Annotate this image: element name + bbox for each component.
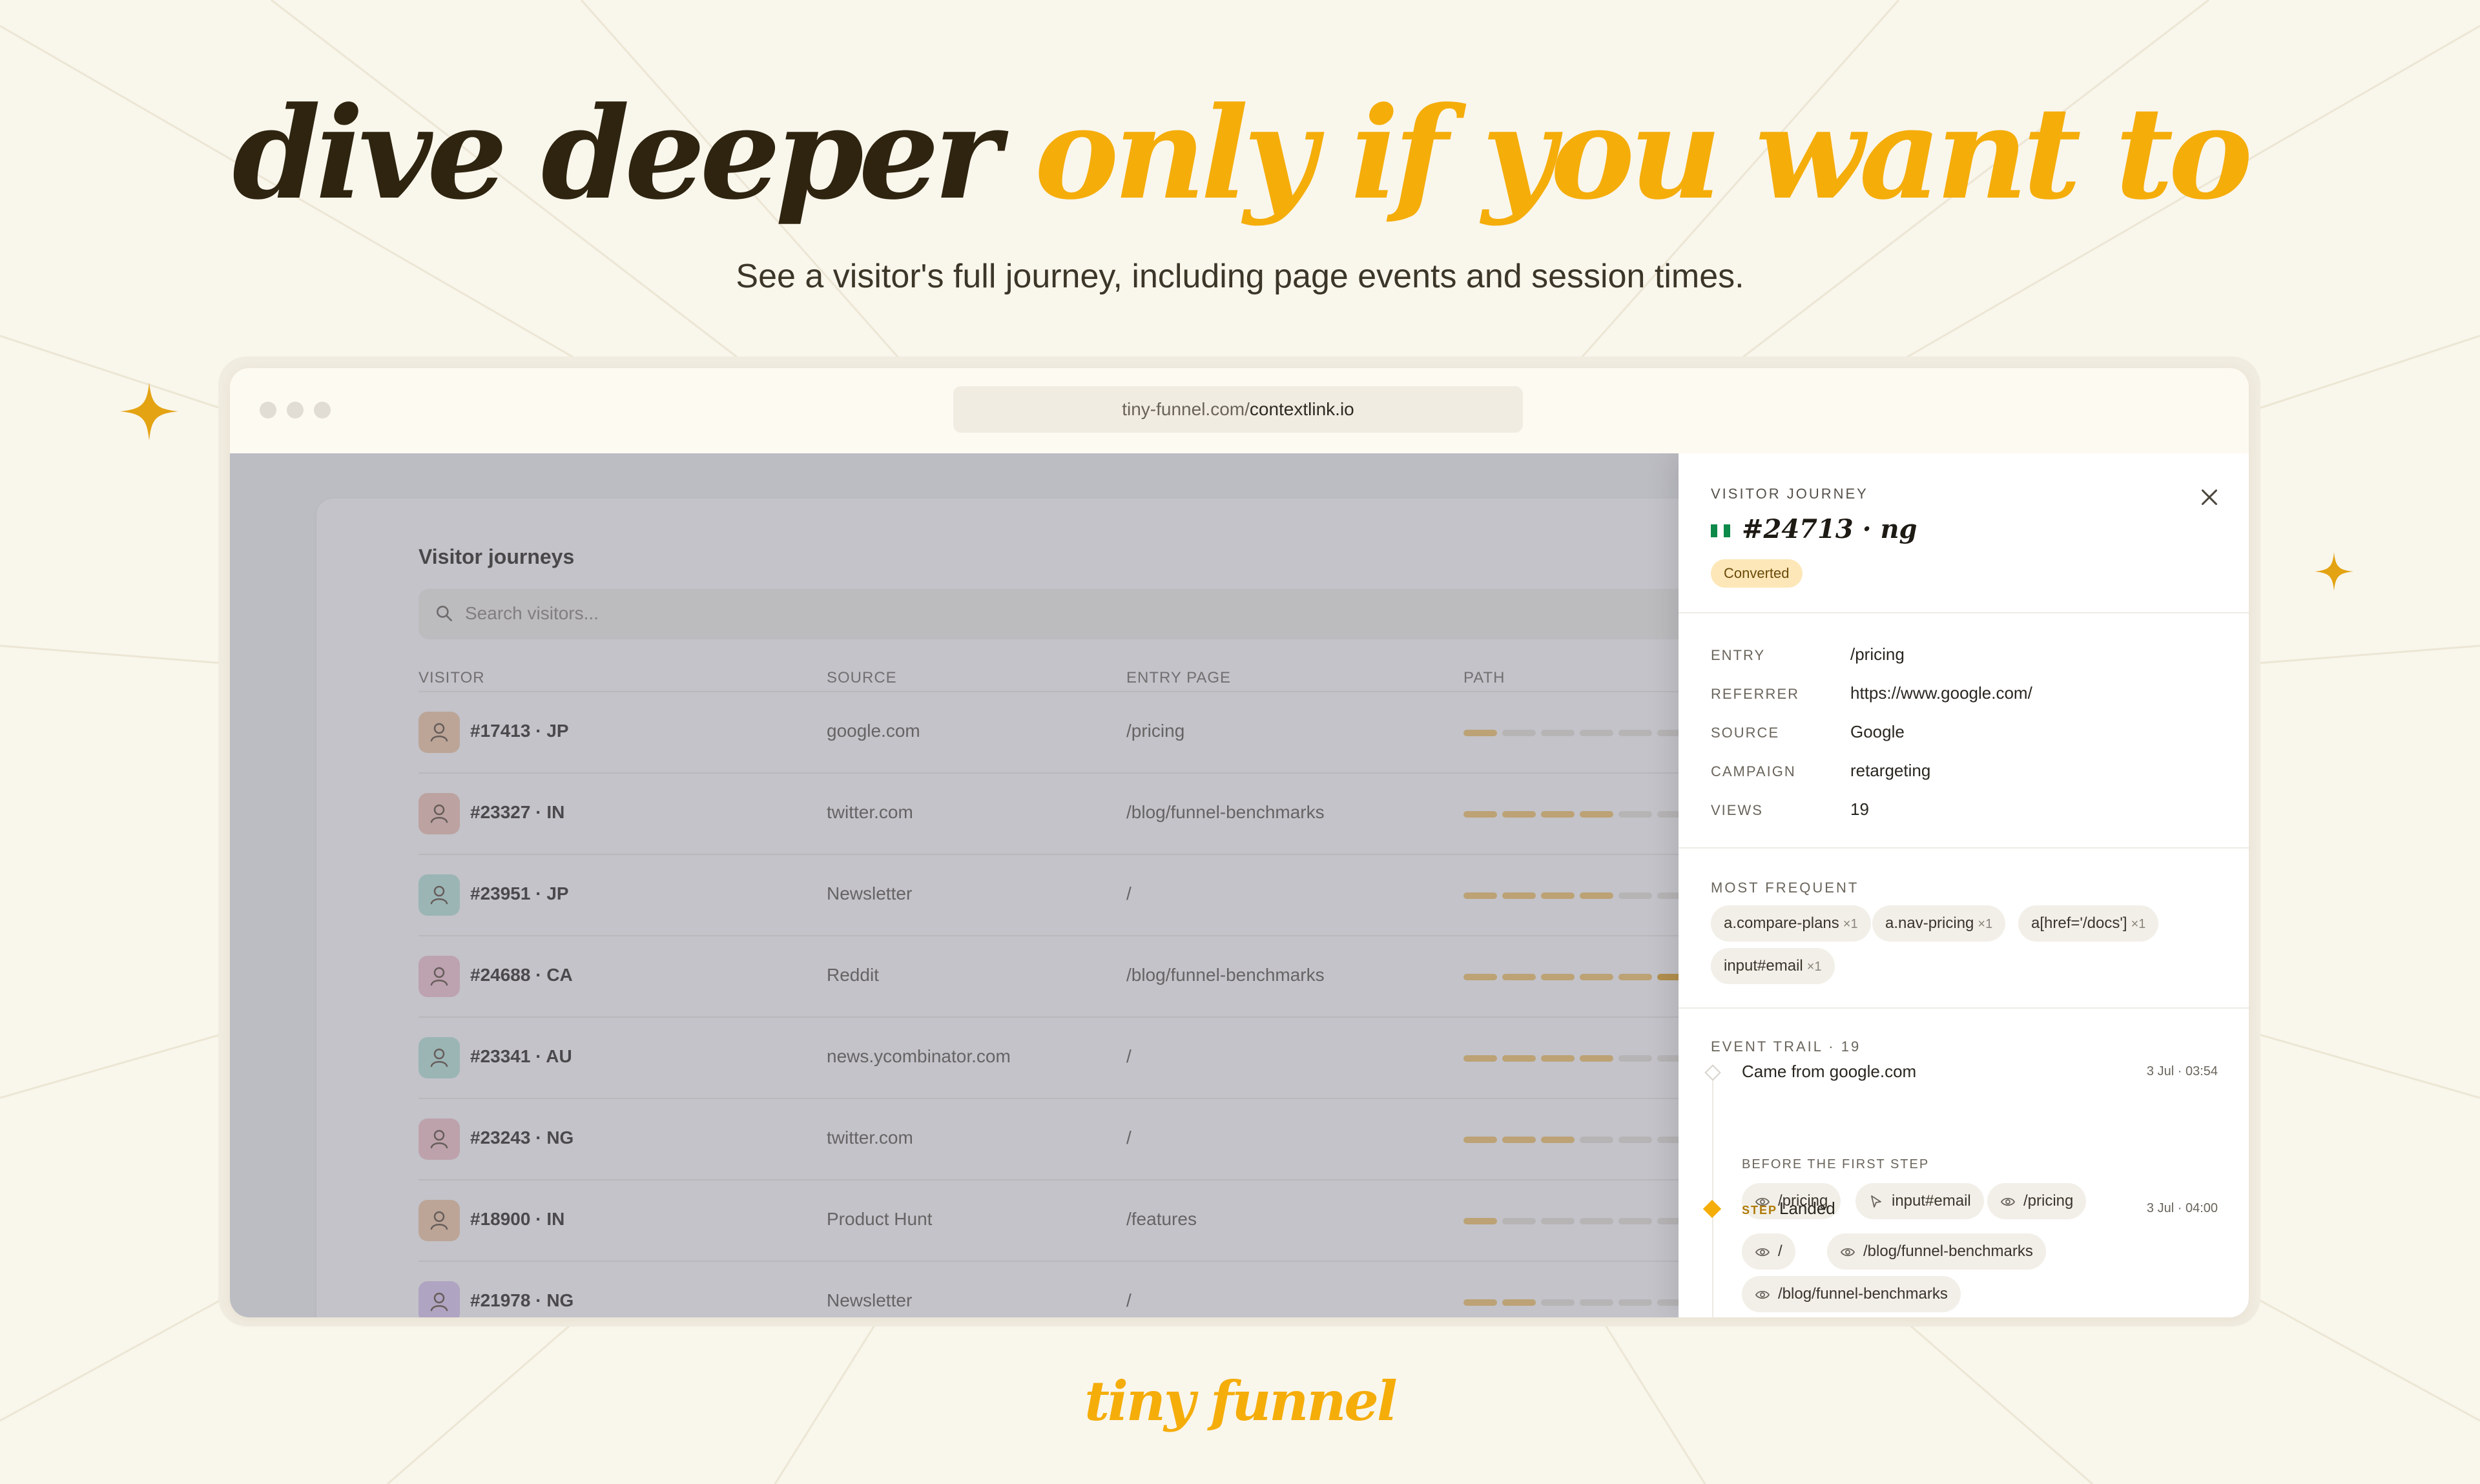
event-pill[interactable]: / bbox=[1742, 1233, 1795, 1270]
event-pill[interactable]: /pricing bbox=[1987, 1183, 2087, 1219]
step-title: Landed bbox=[1779, 1199, 1835, 1218]
chip-count: ×1 bbox=[1978, 917, 1993, 931]
window-dot bbox=[314, 402, 331, 418]
divider bbox=[1679, 1007, 2249, 1009]
detail-key-referrer: REFERRER bbox=[1711, 686, 1800, 702]
eye-icon bbox=[2000, 1197, 2016, 1206]
status-badge: Converted bbox=[1711, 559, 1803, 588]
detail-key-campaign: CAMPAIGN bbox=[1711, 763, 1796, 779]
event-time: 3 Jul · 03:54 bbox=[2146, 1064, 2218, 1078]
window-dot bbox=[260, 402, 276, 418]
chip-count: ×1 bbox=[1806, 960, 1822, 974]
pill-label: /blog/funnel-benchmarks bbox=[1778, 1285, 1948, 1303]
detail-key-views: VIEWS bbox=[1711, 802, 1763, 818]
event-trail-title: EVENT TRAIL · 19 bbox=[1711, 1038, 1861, 1055]
chip-count: ×1 bbox=[1843, 917, 1858, 931]
detail-key-entry: ENTRY bbox=[1711, 647, 1766, 663]
sparkle-icon bbox=[2315, 552, 2353, 591]
app-content: Visitor journeys Search visitors... VISI… bbox=[230, 453, 2249, 1317]
headline: dive deeper only if you want to bbox=[0, 83, 2480, 225]
eye-icon bbox=[1840, 1248, 1855, 1256]
address-bar[interactable]: tiny-funnel.com/contextlink.io bbox=[953, 386, 1523, 433]
detail-value-campaign: retargeting bbox=[1850, 761, 1931, 780]
brand-logo: tiny funnel bbox=[1084, 1369, 1398, 1433]
visitor-id: #24713 · ng bbox=[1742, 514, 1917, 544]
detail-value-source: Google bbox=[1850, 722, 1905, 741]
detail-value-referrer: https://www.google.com/ bbox=[1850, 683, 2032, 703]
timeline-line bbox=[1712, 1072, 1713, 1317]
frequent-chip[interactable]: a.compare-plans ×1 bbox=[1711, 905, 1871, 942]
timeline-marker bbox=[1704, 1064, 1721, 1081]
detail-value-entry: /pricing bbox=[1850, 644, 1905, 664]
chip-count: ×1 bbox=[2131, 917, 2146, 931]
headline-dark: dive deeper bbox=[232, 79, 1001, 228]
drawer-eyebrow: VISITOR JOURNEY bbox=[1711, 486, 1868, 502]
browser-window: tiny-funnel.com/contextlink.io Visitor j… bbox=[230, 368, 2249, 1317]
nigeria-flag-icon bbox=[1711, 524, 1730, 537]
sparkle-icon bbox=[120, 382, 178, 440]
step-marker-icon bbox=[1702, 1199, 1722, 1219]
event-pill[interactable]: /blog/funnel-benchmarks bbox=[1742, 1276, 1961, 1312]
detail-key-source: SOURCE bbox=[1711, 725, 1780, 741]
divider bbox=[1679, 612, 2249, 613]
step-tag: STEP bbox=[1742, 1204, 1778, 1217]
headline-accent: only if you want to bbox=[1034, 79, 2253, 228]
chip-label: a.nav-pricing bbox=[1885, 914, 1974, 932]
subtitle: See a visitor's full journey, including … bbox=[736, 258, 1744, 295]
pill-label: /pricing bbox=[2023, 1192, 2074, 1210]
pill-label: /blog/funnel-benchmarks bbox=[1863, 1242, 2033, 1260]
eye-icon bbox=[1755, 1290, 1770, 1299]
chip-label: a.compare-plans bbox=[1724, 914, 1839, 932]
event-pill[interactable]: /blog/funnel-benchmarks bbox=[1827, 1233, 2046, 1270]
chip-label: a[href='/docs'] bbox=[2031, 914, 2127, 932]
most-frequent-title: MOST FREQUENT bbox=[1711, 880, 1859, 896]
chip-label: input#email bbox=[1724, 957, 1803, 974]
event-title: Came from google.com bbox=[1742, 1062, 1917, 1081]
frequent-chip[interactable]: a[href='/docs'] ×1 bbox=[2018, 905, 2159, 942]
cursor-icon bbox=[1871, 1195, 1881, 1208]
url-prefix: tiny-funnel.com/ bbox=[1122, 399, 1250, 419]
pill-label: input#email bbox=[1892, 1192, 1971, 1210]
detail-value-views: 19 bbox=[1850, 799, 1869, 819]
close-icon[interactable] bbox=[2198, 486, 2221, 509]
event-pill[interactable]: input#email bbox=[1855, 1183, 1984, 1219]
step-time: 3 Jul · 04:00 bbox=[2146, 1201, 2218, 1215]
browser-titlebar: tiny-funnel.com/contextlink.io bbox=[230, 368, 2249, 453]
frequent-chip[interactable]: input#email ×1 bbox=[1711, 948, 1835, 984]
before-first-step-label: BEFORE THE FIRST STEP bbox=[1742, 1157, 1930, 1171]
frequent-chip[interactable]: a.nav-pricing ×1 bbox=[1872, 905, 2006, 942]
divider bbox=[1679, 847, 2249, 849]
window-dot bbox=[287, 402, 304, 418]
pill-label: / bbox=[1778, 1242, 1782, 1260]
url-path: contextlink.io bbox=[1249, 399, 1354, 419]
visitor-journey-drawer: VISITOR JOURNEY #24713 · ng Converted EN… bbox=[1679, 453, 2249, 1317]
eye-icon bbox=[1755, 1248, 1770, 1256]
